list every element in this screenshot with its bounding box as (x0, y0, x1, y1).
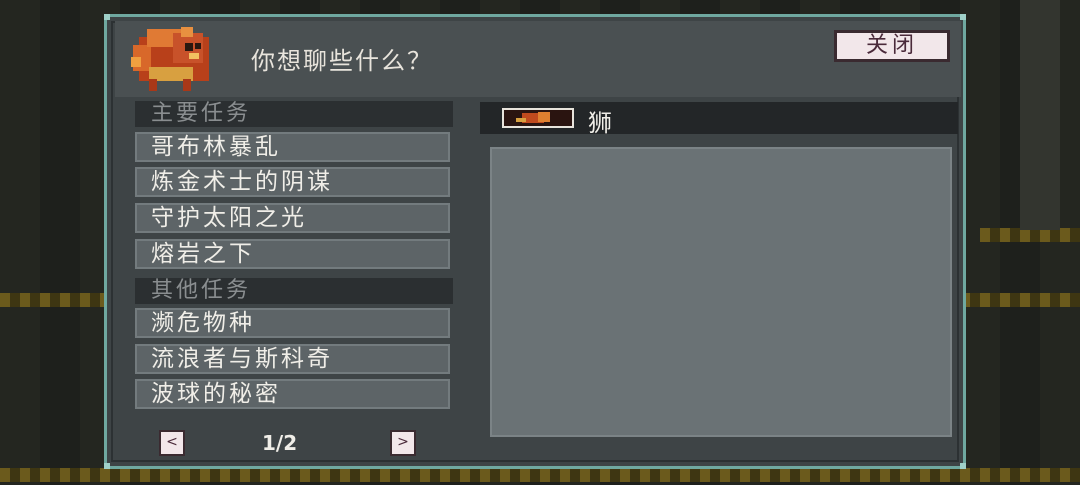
background-ledge (0, 468, 1080, 482)
quest-item[interactable]: 熔岩之下 (135, 239, 450, 269)
close-button[interactable]: 关闭 (834, 30, 950, 62)
background-ledge (980, 228, 1080, 242)
quest-item[interactable]: 炼金术士的阴谋 (135, 167, 450, 197)
quest-item[interactable]: 守护太阳之光 (135, 203, 450, 233)
frame-corner (104, 463, 110, 469)
quest-item[interactable]: 流浪者与斯科奇 (135, 344, 450, 374)
main-quests-header: 主要任务 (135, 101, 453, 127)
frame-corner (104, 14, 110, 20)
frame-corner (960, 14, 966, 20)
quest-item[interactable]: 濒危物种 (135, 308, 450, 338)
chevron-left-icon[interactable]: < (159, 430, 185, 456)
dialog-window: 你想聊些什么？ 关闭 主要任务 哥布林暴乱 炼金术士的阴谋 守护太阳之光 熔岩之… (104, 14, 966, 469)
page-indicator: 1/2 (262, 431, 298, 455)
dialog-title-bar: 你想聊些什么？ 关闭 (115, 21, 961, 97)
quest-item[interactable]: 哥布林暴乱 (135, 132, 450, 162)
npc-name: 狮 (588, 109, 612, 137)
lion-icon (502, 108, 574, 128)
frame-corner (960, 463, 966, 469)
npc-header: 狮 (480, 102, 958, 137)
other-quests-header: 其他任务 (135, 278, 453, 304)
background-pillar (1020, 0, 1060, 230)
quest-item[interactable]: 波球的秘密 (135, 379, 450, 409)
chevron-right-icon[interactable]: > (390, 430, 416, 456)
dialog-title: 你想聊些什么？ (251, 47, 433, 75)
lion-avatar-icon (131, 27, 209, 91)
quest-detail-panel (490, 147, 952, 437)
